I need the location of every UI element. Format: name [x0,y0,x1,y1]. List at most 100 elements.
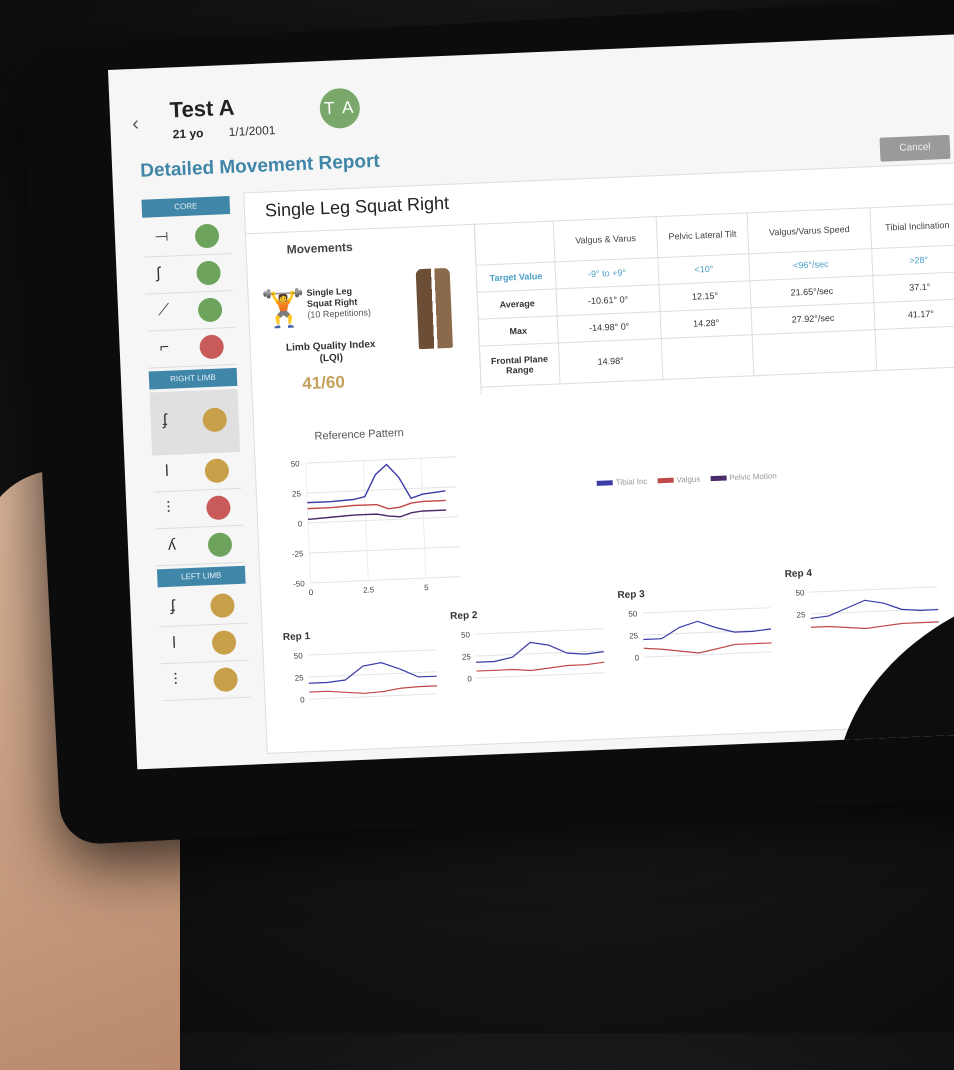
sidebar-item[interactable]: ⫶ [153,488,244,530]
sidebar-item[interactable]: ⌐ [146,327,237,369]
series-line [307,509,447,521]
table-cell [875,325,954,371]
legend-item: Valgus [657,475,700,486]
gridline [476,672,605,679]
table-header: Tibial Inclination [869,203,954,249]
table-header: Pelvic Lateral Tilt [656,212,749,258]
sidebar-item[interactable]: ⫶ [160,660,251,702]
gridline [809,586,938,593]
table-cell: 14.28° [660,307,753,339]
table-cell [661,334,754,380]
legs-diagram-icon [415,267,453,350]
movement-summary: Movements 🏋 Single Leg Squat Right (10 R… [245,223,482,405]
rep-chart: 50 25 0 [294,649,438,705]
lunge-icon: ʎ [167,536,177,554]
legend-label: Valgus [676,474,701,485]
sidebar-item[interactable]: ǀ [159,623,249,665]
series-line [643,620,772,641]
movement-name: Single Leg Squat Right [306,285,358,309]
status-dot-icon [194,223,220,249]
single-leg-stand-icon: ǀ [171,634,177,652]
status-dot-icon [197,297,223,323]
y-tick-label: 50 [291,459,301,468]
status-dot-icon [207,532,233,558]
row-label: Target Value [475,261,557,293]
table-cell: 41.17° [873,298,954,330]
sidebar-item[interactable]: ⟋ [145,290,235,332]
legend-item: Pelvic Motion [710,471,777,483]
chart-legend: Tibial Inc Valgus Pelvic Motion [596,471,777,488]
row-label: Max [478,315,559,347]
gridline [310,576,461,584]
y-tick-label: 25 [462,652,472,661]
series-line [476,641,604,663]
gridline [309,693,438,700]
table-header [474,220,555,266]
table-cell: 12.15° [658,280,752,312]
series-line [308,662,437,684]
back-chevron-icon[interactable]: ‹ [132,113,140,136]
y-tick-label: -50 [293,579,305,588]
table-header: Valgus & Varus [553,216,658,262]
avatar[interactable]: T A [318,87,361,130]
sidebar-item[interactable]: ʃ [143,253,234,295]
patient-name: Test A [169,94,235,123]
gridline [810,608,939,615]
legend-swatch [657,478,674,484]
y-tick-label: 25 [295,673,305,682]
sidebar-item[interactable]: ʎ [155,525,245,567]
y-tick-label: 25 [796,610,806,619]
table-cell: 14.98° [558,338,663,384]
status-dot-icon [199,334,225,360]
table-cell: -10.61° 0° [556,284,661,316]
row-label: Average [477,288,558,320]
patient-dob: 1/1/2001 [228,123,276,139]
y-tick-label: 0 [298,519,303,528]
gridline [643,629,772,636]
side-plank-icon: ⟋ [157,301,170,320]
status-dot-icon [211,630,237,656]
y-tick-label: 50 [461,630,471,639]
movements-heading: Movements [286,239,353,257]
pushup-icon: ⌐ [159,338,170,357]
series-line [307,463,446,504]
step-icon: ⫶ [166,499,171,517]
single-leg-stand-icon: ǀ [164,462,170,480]
movement-title: Single Leg Squat Right [264,192,450,221]
movement-sidebar: CORE ⟞ ʃ ⟋ ⌐ RIGHT LIMB ʄ ǀ ⫶ ʎ LEFT LIMB ʄ ǀ ⫶ [141,193,251,702]
table-header: Valgus/Varus Speed [747,207,872,254]
rep-label: Rep 2 [449,610,478,623]
patient-age: 21 yo [172,126,204,142]
gridline [305,456,456,464]
x-tick-label: 5 [424,583,429,592]
cancel-button[interactable]: Cancel [879,134,951,162]
legend-item: Tibial Inc [596,477,648,488]
section-left-limb: LEFT LIMB [156,565,246,588]
sidebar-item[interactable]: ʄ [157,586,248,628]
status-dot-icon [205,495,231,521]
single-leg-squat-icon: 🏋 [260,286,307,330]
gridline [644,651,772,658]
single-leg-squat-icon: ʄ [170,597,176,615]
rep-label: Rep 3 [617,588,645,602]
gridline [309,546,460,554]
section-right-limb: RIGHT LIMB [148,367,238,390]
repetitions: (10 Repetitions) [307,307,372,320]
y-tick-label: 50 [294,651,304,660]
rep-chart: 50 25 0 [628,607,772,662]
sidebar-item[interactable]: ǀ [152,451,242,493]
y-tick-label: 25 [629,631,639,640]
y-tick-label: 0 [467,674,472,683]
app-screen: ‹ Test A 21 yo 1/1/2001 T A Detailed Mov… [108,32,954,770]
table-cell: <10° [657,253,750,285]
section-core: CORE [141,196,231,218]
rep-chart: 50 25 0 [461,628,605,683]
reference-chart: 50 25 0 -25 -50 0 2.5 5 [291,456,461,597]
y-tick-label: 50 [795,588,805,597]
plank-icon: ⟞ [154,227,169,246]
row-label: Frontal Plane Range [479,342,561,388]
sidebar-item[interactable]: ʄ [149,388,241,456]
gridline [642,607,771,614]
sidebar-item[interactable]: ⟞ [142,217,232,258]
series-line [810,599,939,620]
